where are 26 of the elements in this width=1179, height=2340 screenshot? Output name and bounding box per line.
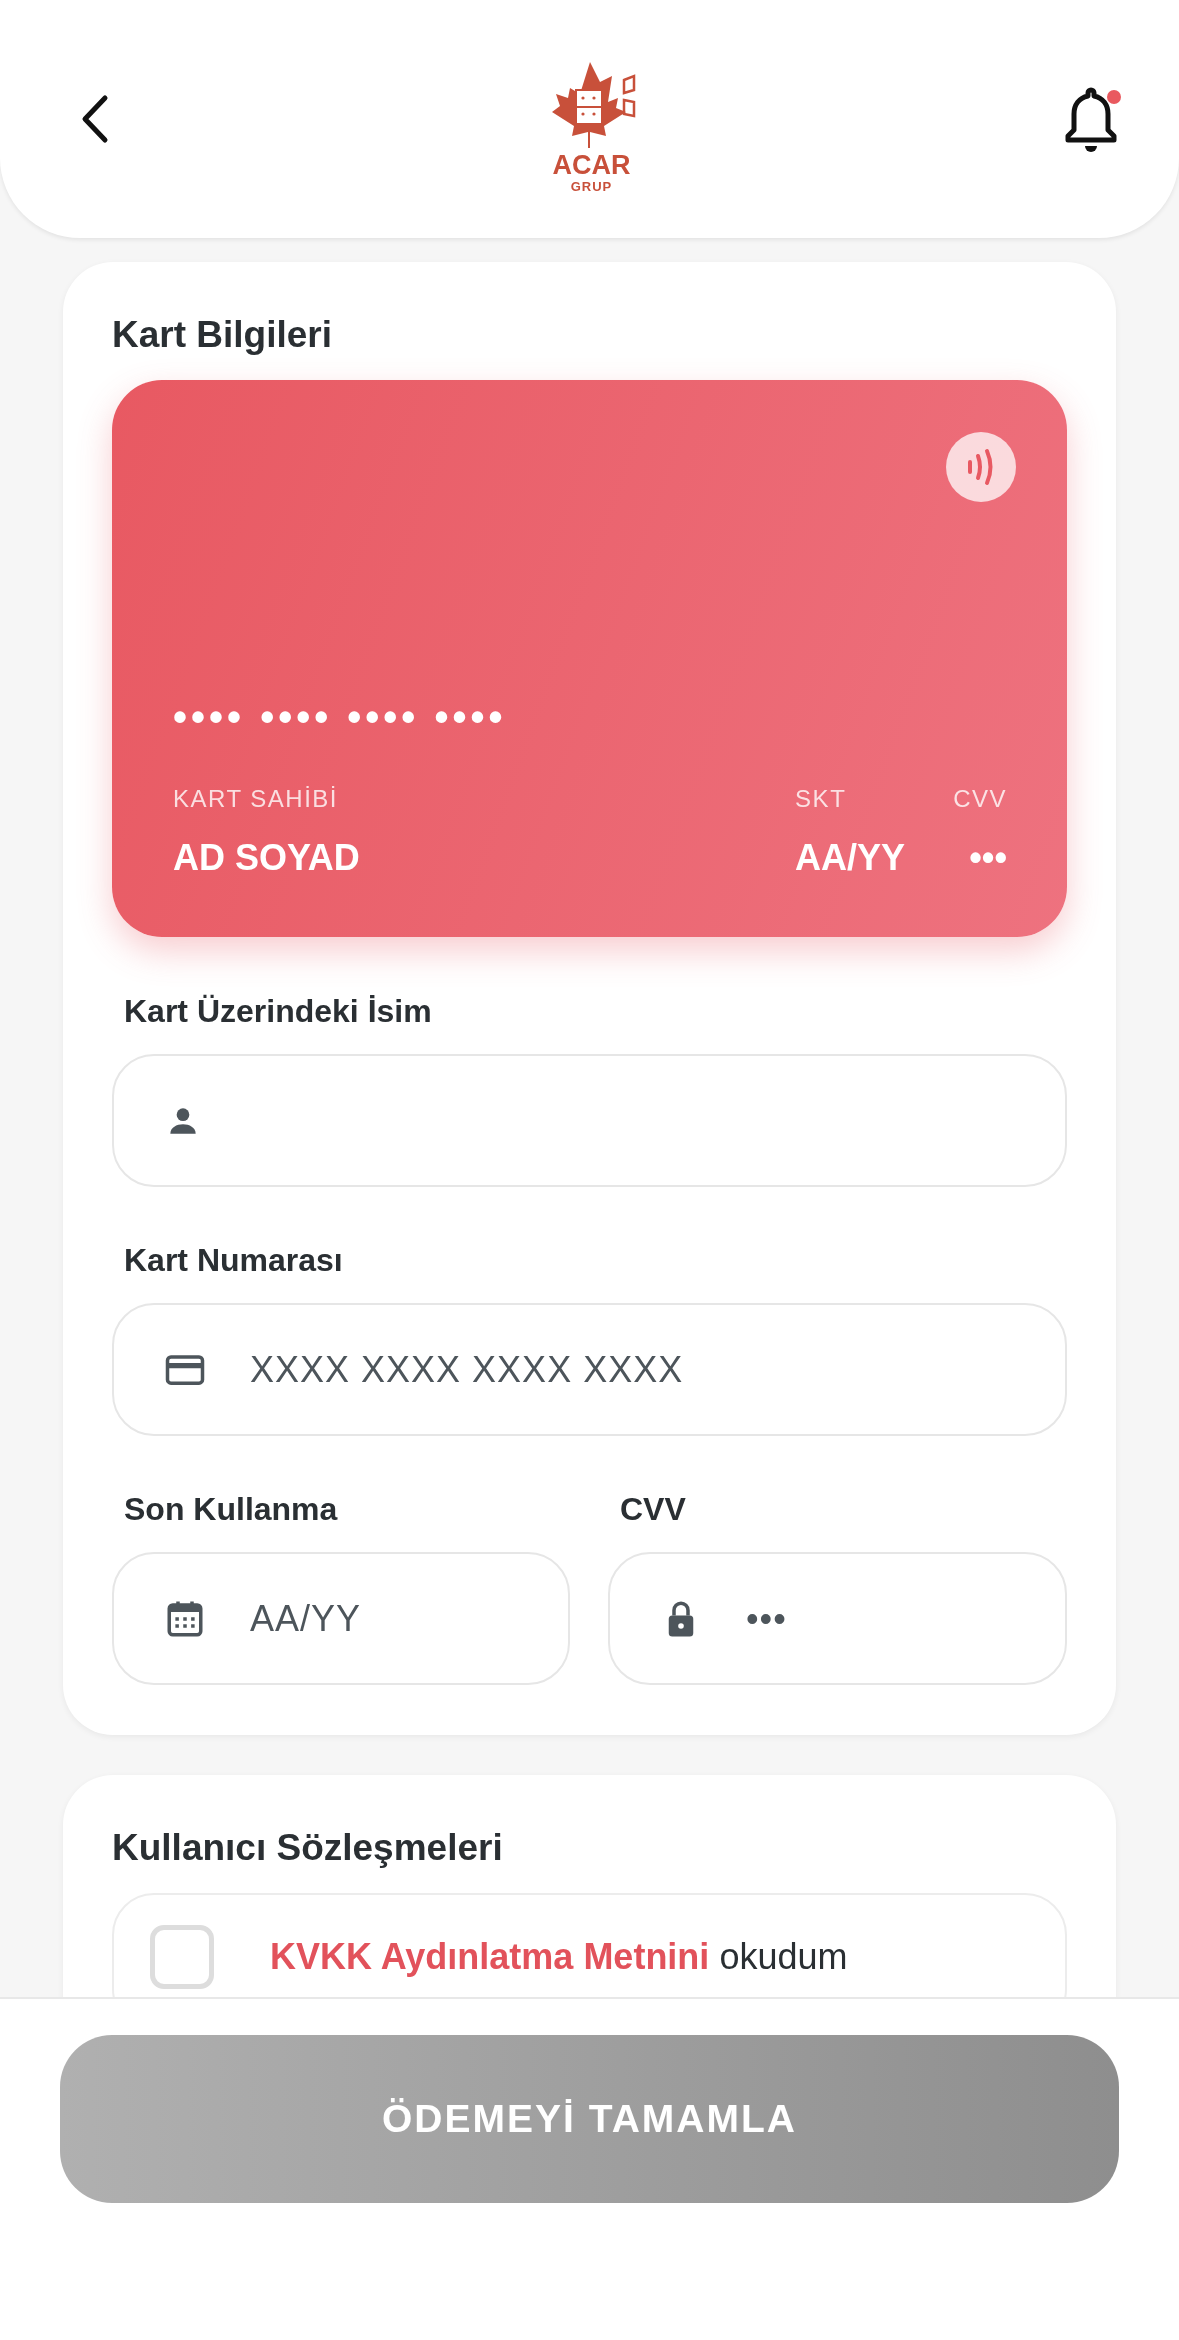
placeholder-text: •••	[746, 1597, 787, 1640]
field-label: Kart Üzerindeki İsim	[124, 993, 433, 1030]
placeholder-text: AA/YY	[250, 1597, 362, 1640]
field-label: Son Kullanma	[124, 1491, 339, 1528]
field-label: CVV	[620, 1491, 687, 1528]
back-icon	[80, 94, 110, 144]
input-field[interactable]: •••	[608, 1552, 1067, 1685]
logo-text: ACAR	[552, 152, 631, 179]
holder-label: KART SAHİBİ	[173, 785, 339, 813]
agreement-link[interactable]: KVKK Aydınlatma Metnini	[270, 1936, 710, 1977]
input-field[interactable]	[112, 1054, 1067, 1187]
agreement-text: KVKK Aydınlatma Metnini okudum	[270, 1936, 848, 1978]
expiry-label: SKT	[795, 785, 848, 813]
card-number: •••• •••• •••• ••••	[173, 697, 508, 737]
placeholder-text: XXXX XXXX XXXX XXXX	[250, 1348, 684, 1391]
field-label: Kart Numarası	[124, 1242, 344, 1279]
checkbox[interactable]	[150, 1925, 214, 1989]
cvv-value: •••	[969, 837, 1007, 879]
section-title: Kullanıcı Sözleşmeleri	[112, 1827, 504, 1869]
holder-name: AD SOYAD	[173, 837, 360, 879]
input-field[interactable]: AA/YY	[112, 1552, 570, 1685]
expiry-value: AA/YY	[795, 837, 906, 879]
section-title: Kart Bilgileri	[112, 314, 333, 356]
input-field[interactable]: XXXX XXXX XXXX XXXX	[112, 1303, 1067, 1436]
cvv-label: CVV	[953, 785, 1007, 813]
logo-subtitle: GRUP	[570, 179, 613, 194]
